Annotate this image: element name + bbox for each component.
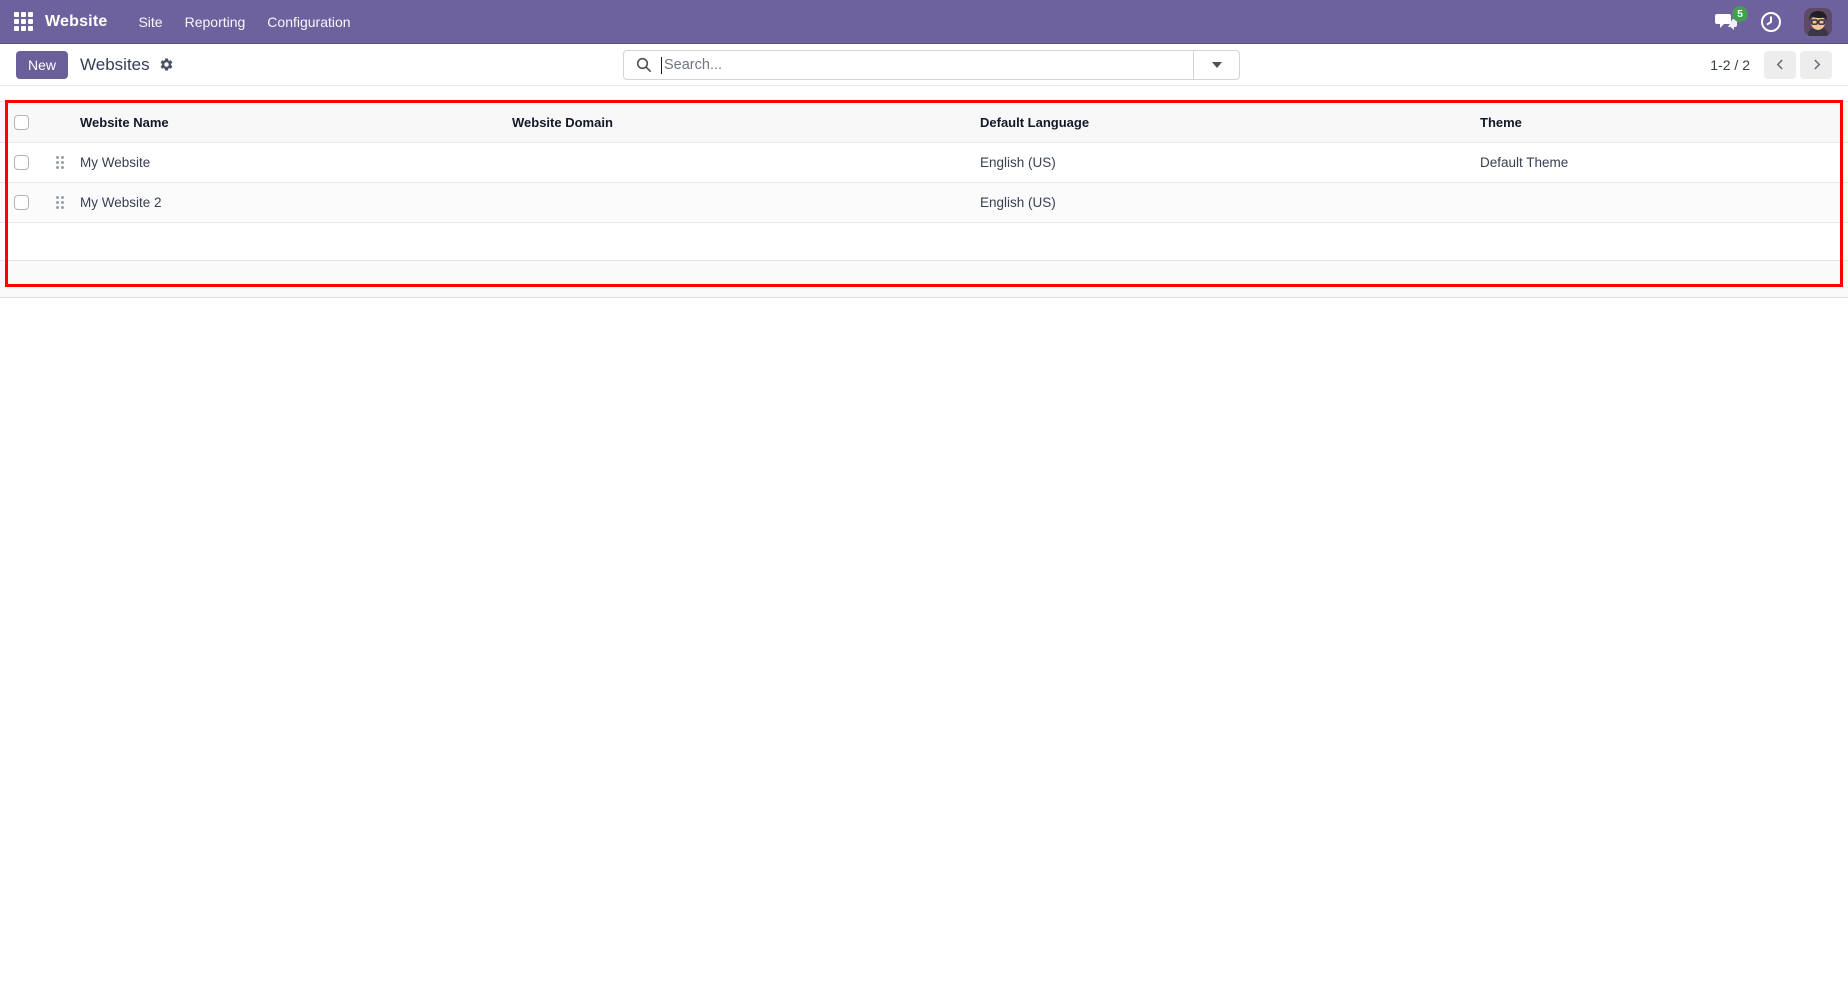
search-bar[interactable]: Search...	[623, 50, 1240, 80]
topbar-right-icons: 5	[1715, 5, 1832, 36]
drag-handle-icon[interactable]	[56, 196, 64, 209]
app-name-menu[interactable]: Website	[45, 13, 107, 31]
drag-handle-icon[interactable]	[56, 156, 64, 169]
top-navbar: Website Site Reporting Configuration 5	[0, 0, 1848, 44]
control-panel: New Websites Search... 1-2 / 2	[0, 44, 1848, 86]
row-checkbox[interactable]	[13, 155, 29, 170]
messages-icon[interactable]: 5	[1715, 5, 1748, 31]
pager-previous-button[interactable]	[1764, 50, 1796, 79]
table-row[interactable]: My Website English (US) Default Theme	[0, 143, 1848, 183]
row-checkbox-cell	[0, 155, 40, 170]
pager: 1-2 / 2	[1710, 50, 1832, 79]
table-empty-area	[0, 223, 1848, 261]
cell-default-language[interactable]: English (US)	[978, 155, 1478, 170]
pager-next-button[interactable]	[1800, 50, 1832, 79]
avatar-image	[1804, 7, 1832, 36]
cell-default-language[interactable]: English (US)	[978, 195, 1478, 210]
search-input[interactable]: Search...	[664, 57, 1193, 73]
text-cursor	[661, 56, 662, 74]
messages-count-badge: 5	[1732, 5, 1748, 22]
cell-website-name[interactable]: My Website	[78, 155, 510, 170]
row-checkbox-cell	[0, 195, 40, 210]
user-avatar[interactable]	[1804, 7, 1832, 36]
select-all-checkbox[interactable]	[13, 114, 29, 130]
row-checkbox[interactable]	[13, 195, 29, 210]
row-handle-cell	[40, 156, 78, 169]
activities-icon[interactable]	[1760, 11, 1782, 33]
search-icon	[636, 57, 651, 72]
column-header-website-domain[interactable]: Website Domain	[510, 115, 978, 130]
header-checkbox-cell	[0, 114, 40, 130]
column-header-default-language[interactable]: Default Language	[978, 115, 1478, 130]
cell-theme[interactable]: Default Theme	[1478, 155, 1848, 170]
column-header-website-name[interactable]: Website Name	[78, 115, 510, 130]
actions-gear-button[interactable]	[159, 57, 174, 72]
row-handle-cell	[40, 196, 78, 209]
caret-down-icon	[1211, 62, 1222, 68]
websites-table: Website Name Website Domain Default Lang…	[0, 101, 1848, 298]
gear-icon	[160, 58, 172, 71]
column-header-theme[interactable]: Theme	[1478, 115, 1848, 130]
pager-range: 1-2 / 2	[1710, 56, 1750, 73]
new-button[interactable]: New	[16, 50, 69, 79]
odoo-website-app-screen: Website Site Reporting Configuration 5 N…	[0, 0, 1848, 984]
list-view: Website Name Website Domain Default Lang…	[0, 101, 1848, 298]
table-row[interactable]: My Website 2 English (US)	[0, 183, 1848, 223]
menu-site[interactable]: Site	[127, 7, 173, 37]
breadcrumb-title: Websites	[80, 54, 150, 74]
menu-configuration[interactable]: Configuration	[256, 7, 361, 37]
menu-reporting[interactable]: Reporting	[174, 7, 257, 37]
clock-icon	[1761, 11, 1781, 32]
table-header-row: Website Name Website Domain Default Lang…	[0, 101, 1848, 143]
apps-grid-icon[interactable]	[14, 12, 33, 31]
table-footer	[0, 261, 1848, 298]
chevron-right-icon	[1813, 59, 1820, 70]
cell-website-name[interactable]: My Website 2	[78, 195, 510, 210]
chevron-left-icon	[1776, 59, 1783, 70]
search-dropdown-toggle[interactable]	[1193, 51, 1239, 79]
